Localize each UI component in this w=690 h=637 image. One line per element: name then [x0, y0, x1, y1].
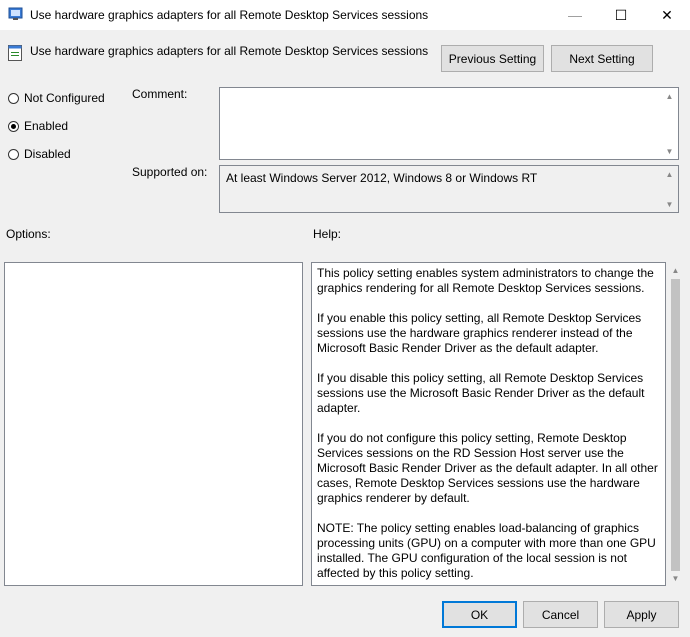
comment-field[interactable]: ▲ ▼	[219, 87, 679, 160]
scrollbar-thumb[interactable]	[671, 279, 680, 571]
supported-on-label: Supported on:	[132, 165, 208, 179]
supported-on-value: At least Windows Server 2012, Windows 8 …	[226, 171, 538, 185]
scroll-down-icon[interactable]: ▼	[661, 197, 678, 211]
close-button[interactable]: ✕	[644, 0, 690, 30]
radio-label: Disabled	[24, 147, 71, 161]
help-paragraph: If you disable this policy setting, all …	[317, 371, 645, 415]
radio-enabled[interactable]: Enabled	[8, 119, 68, 133]
scroll-down-icon[interactable]: ▼	[661, 144, 678, 158]
minimize-button[interactable]: —	[552, 0, 598, 30]
window-title: Use hardware graphics adapters for all R…	[30, 8, 429, 22]
cancel-button[interactable]: Cancel	[523, 601, 598, 628]
options-label: Options:	[6, 227, 51, 241]
help-label: Help:	[313, 227, 342, 241]
apply-button[interactable]: Apply	[604, 601, 679, 628]
next-setting-button[interactable]: Next Setting	[551, 45, 653, 72]
radio-button-icon[interactable]	[8, 148, 19, 160]
radio-button-icon[interactable]	[8, 120, 19, 132]
policy-editor-icon	[8, 7, 23, 20]
scroll-up-icon[interactable]: ▲	[661, 89, 678, 103]
options-panel	[4, 262, 303, 586]
supported-on-field: At least Windows Server 2012, Windows 8 …	[219, 165, 679, 213]
policy-name: Use hardware graphics adapters for all R…	[30, 44, 429, 58]
comment-label: Comment:	[132, 87, 188, 101]
policy-setting-icon	[8, 45, 22, 61]
radio-not-configured[interactable]: Not Configured	[8, 91, 105, 105]
radio-label: Enabled	[24, 119, 69, 133]
help-panel: This policy setting enables system admin…	[311, 262, 666, 586]
title-bar: Use hardware graphics adapters for all R…	[0, 0, 690, 30]
help-paragraph: If you do not configure this policy sett…	[317, 431, 658, 505]
help-text: This policy setting enables system admin…	[317, 266, 659, 596]
scroll-down-icon[interactable]: ▼	[667, 571, 684, 585]
maximize-button[interactable]: ☐	[598, 0, 644, 30]
comment-scrollbar[interactable]: ▲ ▼	[661, 88, 678, 159]
help-scrollbar[interactable]: ▲ ▼	[667, 262, 685, 586]
radio-disabled[interactable]: Disabled	[8, 147, 71, 161]
scroll-up-icon[interactable]: ▲	[667, 263, 684, 277]
scroll-up-icon[interactable]: ▲	[661, 167, 678, 181]
help-paragraph: This policy setting enables system admin…	[317, 266, 654, 295]
radio-label: Not Configured	[24, 91, 105, 105]
radio-button-icon[interactable]	[8, 92, 19, 104]
ok-button[interactable]: OK	[442, 601, 517, 628]
help-paragraph: NOTE: The policy setting enables load-ba…	[317, 521, 656, 580]
help-paragraph: If you enable this policy setting, all R…	[317, 311, 642, 355]
supported-scrollbar[interactable]: ▲ ▼	[661, 166, 678, 212]
previous-setting-button[interactable]: Previous Setting	[441, 45, 544, 72]
